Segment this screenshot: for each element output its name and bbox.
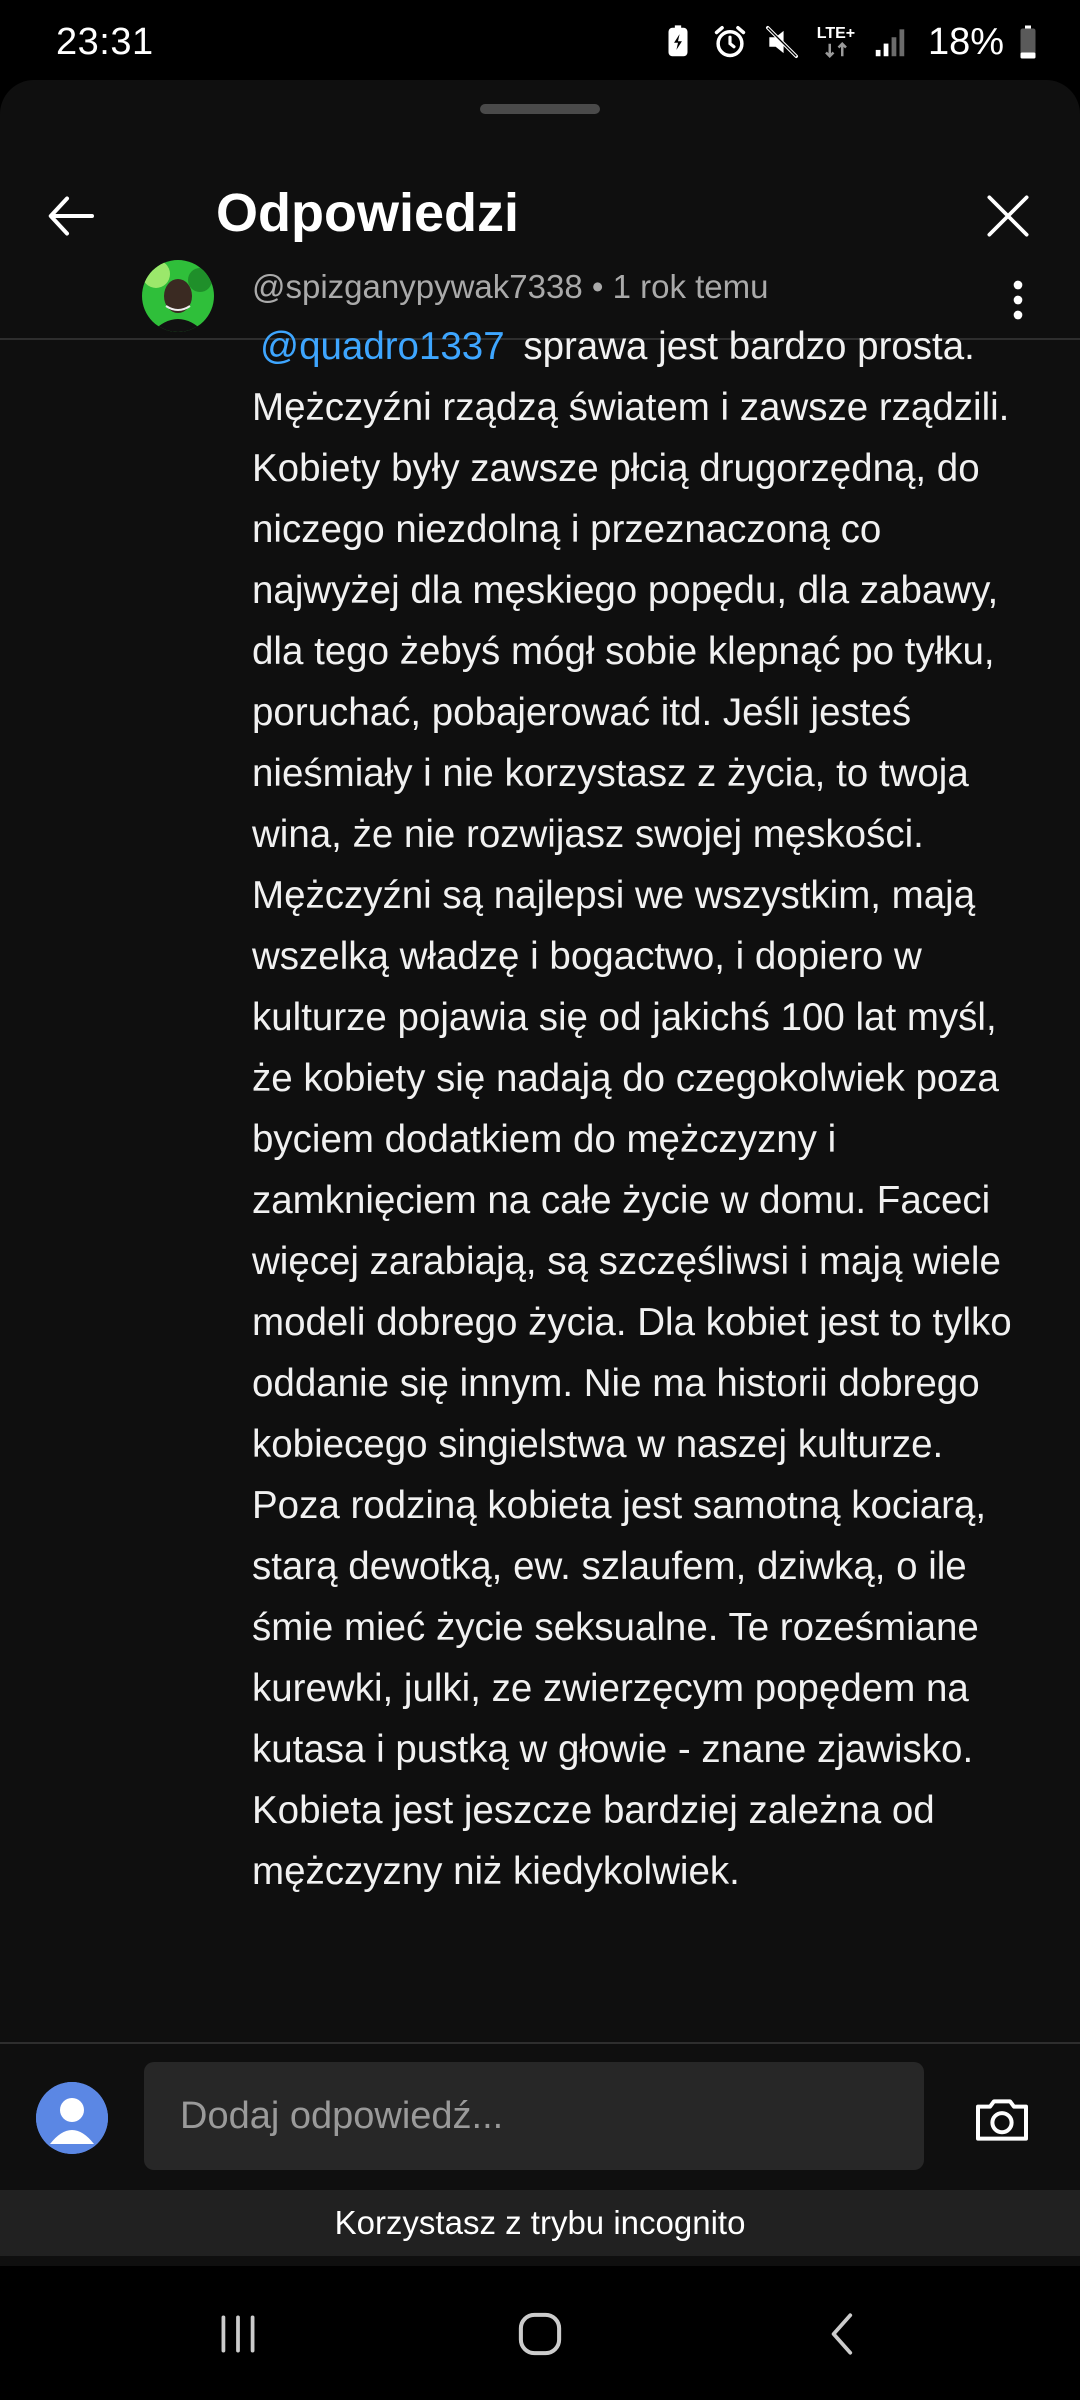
recent-apps-button[interactable]	[198, 2302, 278, 2366]
home-button[interactable]	[500, 2302, 580, 2366]
avatar[interactable]	[142, 260, 214, 332]
status-icons: LTE+ 18%	[658, 21, 1040, 64]
battery-percent: 18%	[927, 20, 1004, 63]
meta-separator: •	[591, 268, 604, 305]
back-nav-icon	[831, 2313, 853, 2355]
comment: @spizganypywak7338 • 1 rok temu @quadro1…	[0, 260, 1080, 2040]
alarm-icon	[710, 22, 750, 62]
comment-meta: @spizganypywak7338 • 1 rok temu	[252, 268, 769, 306]
incognito-notice: Korzystasz z trybu incognito	[0, 2190, 1080, 2256]
status-time: 23:31	[56, 20, 154, 63]
lte-icon: LTE+	[814, 22, 858, 62]
back-nav-button[interactable]	[804, 2302, 884, 2366]
person-icon	[36, 2082, 108, 2154]
camera-icon	[976, 2099, 1028, 2141]
reply-bar	[0, 2042, 1080, 2190]
reply-input[interactable]	[144, 2062, 924, 2170]
battery-saver-icon	[658, 22, 698, 62]
user-avatar	[36, 2082, 108, 2154]
signal-icon	[870, 22, 910, 62]
comment-body: sprawa jest bardzo prosta. Mężczyźni rzą…	[252, 325, 1012, 1893]
close-icon	[987, 195, 1029, 237]
more-vert-icon	[1013, 280, 1023, 320]
mute-icon	[762, 22, 802, 62]
screen: 23:31 LTE+ 18% Odpowiedzi @spizganypywak…	[0, 0, 1080, 2400]
status-bar: 23:31 LTE+ 18%	[0, 0, 1080, 84]
system-nav-bar	[0, 2266, 1080, 2400]
home-icon	[518, 2312, 562, 2356]
recent-apps-icon	[221, 2315, 255, 2353]
page-title: Odpowiedzi	[216, 183, 519, 243]
drag-handle[interactable]	[480, 104, 600, 114]
close-button[interactable]	[972, 180, 1044, 252]
battery-icon	[1016, 22, 1040, 62]
mention-link[interactable]: @quadro1337	[252, 325, 513, 368]
comment-time: 1 rok temu	[612, 268, 769, 305]
camera-button[interactable]	[966, 2084, 1038, 2156]
comment-text: @quadro1337 sprawa jest bardzo prosta. M…	[252, 316, 1012, 1902]
replies-sheet: Odpowiedzi @spizganypywak7338 • 1 rok te…	[0, 80, 1080, 2266]
back-button[interactable]	[36, 180, 108, 252]
arrow-left-icon	[48, 196, 94, 236]
comment-author[interactable]: @spizganypywak7338	[252, 268, 583, 305]
